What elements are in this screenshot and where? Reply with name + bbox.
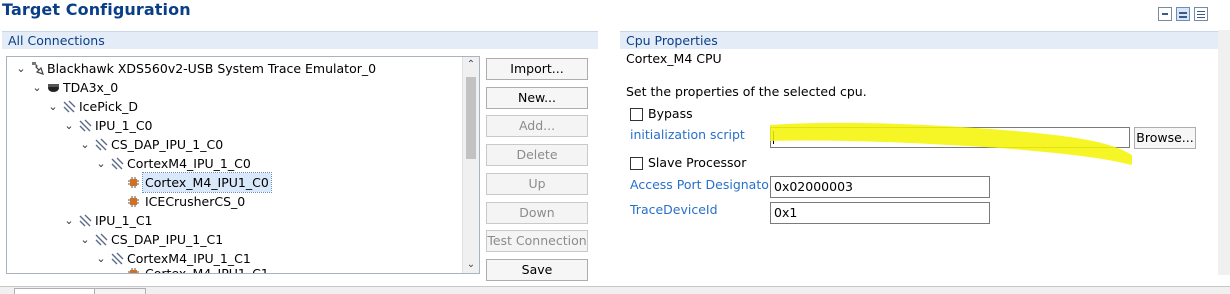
access-port-designator-label: Access Port Designator [630, 177, 775, 192]
slave-processor-label: Slave Processor [648, 155, 747, 170]
cpu-icon [128, 196, 139, 207]
import-button[interactable]: Import... [486, 58, 588, 80]
cpu-name: Cortex_M4 CPU [626, 51, 722, 66]
chevron-down-icon[interactable]: ⌄ [95, 249, 107, 268]
tree-item-label: CS_DAP_IPU_1_C0 [111, 137, 224, 152]
router-icon [111, 252, 124, 265]
router-icon [63, 100, 76, 113]
chevron-down-icon[interactable]: ⌄ [31, 78, 43, 97]
router-icon [95, 233, 108, 246]
new-button[interactable]: New... [486, 87, 588, 109]
bottom-tab[interactable] [94, 288, 146, 294]
bypass-label: Bypass [648, 106, 693, 121]
delete-button-label: Delete [516, 147, 558, 162]
tree-scrollbar[interactable]: ⌃ ⌄ [462, 57, 479, 273]
scroll-thumb[interactable] [466, 77, 476, 159]
tree-item-label: IPU_1_C0 [95, 118, 153, 133]
save-button[interactable]: Save [486, 259, 588, 281]
test-connection-button[interactable]: Test Connection [486, 230, 588, 252]
router-icon [95, 138, 108, 151]
page-scrollbar[interactable] [1218, 30, 1230, 275]
chevron-down-icon[interactable]: ⌄ [63, 116, 75, 135]
tree-item-label: TDA3x_0 [63, 80, 119, 95]
chevron-down-icon[interactable]: ⌄ [47, 97, 59, 116]
up-button-label: Up [528, 176, 546, 191]
chevron-down-icon[interactable]: ⌄ [63, 211, 75, 230]
tree-item-label: ICECrusherCS_0 [145, 194, 246, 209]
cpu-icon [128, 268, 139, 273]
tree-item-label: CortexM4_IPU_1_C0 [127, 156, 251, 171]
delete-button[interactable]: Delete [486, 144, 588, 166]
cpu-icon [128, 177, 139, 188]
trace-device-id-input[interactable]: 0x1 [770, 202, 990, 224]
tree-item-label: IcePick_D [79, 99, 138, 114]
add-button-label: Add... [518, 118, 556, 133]
chevron-down-icon[interactable]: ⌄ [15, 59, 27, 78]
bottom-tab[interactable] [14, 288, 96, 294]
emulator-icon [32, 62, 44, 75]
cpu-description: Set the properties of the selected cpu. [626, 84, 867, 99]
initialization-script-label: initialization script [630, 127, 745, 142]
down-button-label: Down [519, 205, 555, 220]
new-button-label: New... [517, 90, 557, 105]
bypass-checkbox[interactable] [630, 108, 643, 121]
router-icon [111, 157, 124, 170]
router-icon [79, 214, 92, 227]
chevron-down-icon[interactable]: ⌄ [79, 230, 91, 249]
down-button[interactable]: Down [486, 202, 588, 224]
up-button[interactable]: Up [486, 173, 588, 195]
test-connection-button-label: Test Connection [487, 233, 587, 248]
all-connections-header: All Connections [2, 31, 598, 49]
browse-button[interactable]: Browse... [1134, 127, 1196, 149]
page-title: Target Configuration [2, 0, 191, 19]
cpu-properties-header: Cpu Properties [620, 31, 1220, 49]
tree-view-icon[interactable] [1176, 7, 1190, 21]
chevron-down-icon[interactable]: ⌄ [95, 154, 107, 173]
access-port-designator-input[interactable]: 0x02000003 [770, 176, 990, 198]
tree-item-label: Cortex_M4_IPU1_C1 [145, 266, 269, 274]
add-button[interactable]: Add... [486, 115, 588, 137]
chevron-down-icon[interactable]: ⌄ [79, 135, 91, 154]
router-icon [79, 119, 92, 132]
collapse-icon[interactable] [1158, 7, 1172, 21]
browse-button-label: Browse... [1136, 130, 1194, 145]
chip-icon [48, 84, 59, 92]
tree-item-label: IPU_1_C1 [95, 213, 153, 228]
tree-item-label: Cortex_M4_IPU1_C0 [142, 172, 272, 193]
initialization-script-input[interactable] [770, 127, 1130, 148]
scroll-down-icon[interactable]: ⌄ [463, 257, 479, 273]
list-view-icon[interactable] [1194, 7, 1208, 21]
slave-processor-checkbox[interactable] [630, 157, 643, 170]
connections-tree[interactable]: ⌄ Blackhawk XDS560v2-USB System Trace Em… [6, 56, 480, 274]
tree-item-label: Blackhawk XDS560v2-USB System Trace Emul… [47, 61, 377, 76]
scroll-up-icon[interactable]: ⌃ [463, 57, 479, 73]
tree-item-label: CS_DAP_IPU_1_C1 [111, 232, 224, 247]
trace-device-id-label: TraceDeviceId [630, 202, 718, 217]
import-button-label: Import... [510, 61, 564, 76]
save-button-label: Save [521, 262, 553, 277]
